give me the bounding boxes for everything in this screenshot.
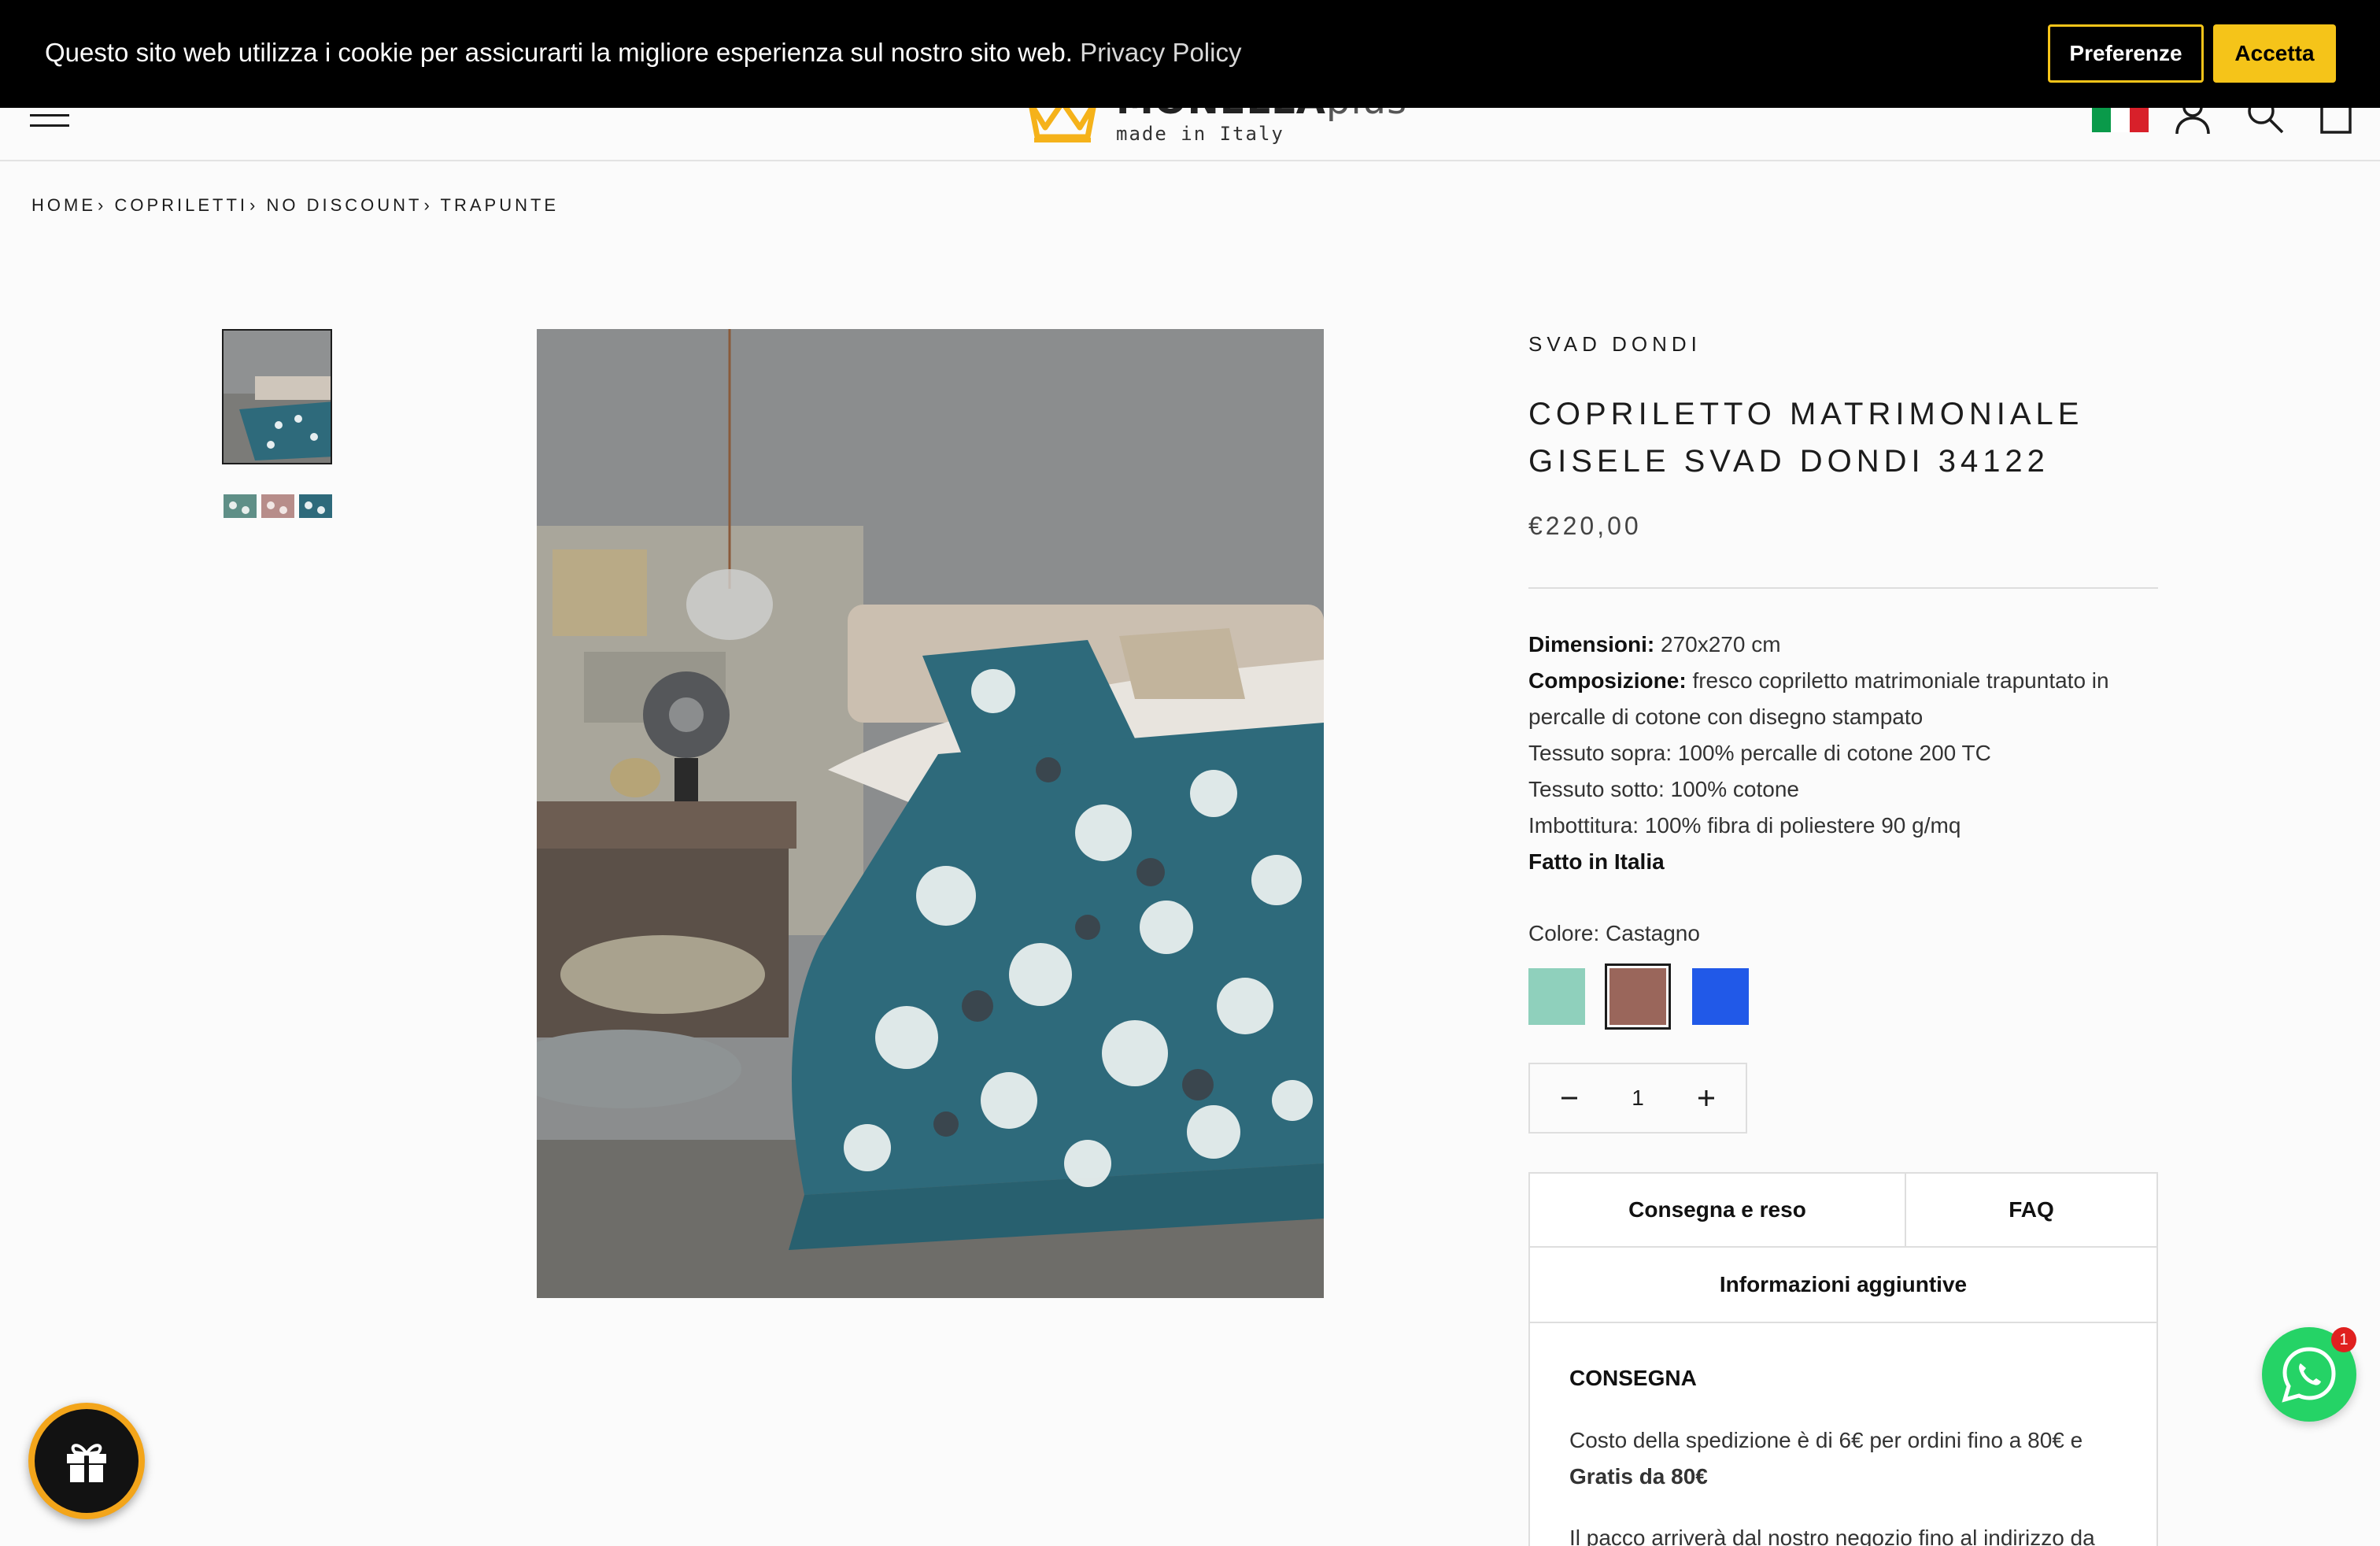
description-line: Composizione: fresco copriletto matrimon… [1528,668,2109,729]
product-price: €220,00 [1528,512,1642,540]
italy-flag-icon[interactable] [2092,107,2149,132]
breadcrumb-separator: › [98,195,104,215]
plus-icon[interactable] [1695,1087,1717,1109]
description-line: Tessuto sopra: 100% percalle di cotone 2… [1528,741,1991,765]
description-line: Dimensioni: 270x270 cm [1528,632,1781,656]
product-tabs: Consegna e reso FAQ Informazioni aggiunt… [1528,1172,2158,1323]
description-line: Fatto in Italia [1528,849,1665,874]
product-brand[interactable]: SVAD DONDI [1528,332,1702,357]
tab-informazioni-aggiuntive[interactable]: Informazioni aggiuntive [1530,1248,2156,1322]
thumbnail-bed-image [224,331,331,463]
whatsapp-icon [2282,1347,2336,1403]
notification-badge: 1 [2331,1327,2356,1352]
breadcrumb-no-discount[interactable]: NO DISCOUNT [266,195,422,215]
preferences-button[interactable]: Preferenze [2048,24,2204,83]
breadcrumb-separator: › [423,195,430,215]
bed-photo-image [537,329,1324,1298]
thumbnail-variant-teal[interactable] [299,494,332,518]
description-line: Tessuto sotto: 100% cotone [1528,777,1799,801]
thumbnail-variant-pink[interactable] [261,494,294,518]
quantity-value[interactable]: 1 [1632,1086,1644,1111]
cookie-message-text: Questo sito web utilizza i cookie per as… [45,38,1073,67]
thumbnail-variant-green[interactable] [224,494,257,518]
rewards-button[interactable] [28,1403,145,1519]
breadcrumb-home[interactable]: HOME [31,195,96,215]
free-shipping-text: Gratis da 80€ [1569,1464,1708,1489]
shipping-info: Costo della spedizione è di 6€ per ordin… [1569,1428,2083,1489]
panel-title: CONSEGNA [1569,1366,1697,1390]
privacy-policy-link[interactable]: Privacy Policy [1080,38,1241,67]
product-description: Dimensioni: 270x270 cm Composizione: fre… [1528,627,2158,880]
tab-consegna-e-reso[interactable]: Consegna e reso [1530,1174,1906,1246]
cookie-banner: Questo sito web utilizza i cookie per as… [0,0,2380,108]
color-swatch-castagno[interactable] [1605,963,1671,1030]
breadcrumb-separator: › [249,195,256,215]
accept-button[interactable]: Accetta [2213,24,2336,83]
minus-icon[interactable] [1558,1087,1580,1109]
thumbnail-variants[interactable] [224,494,332,518]
breadcrumb: HOME› COPRILETTI› NO DISCOUNT› TRAPUNTE [31,195,559,216]
divider [1528,587,2158,589]
color-swatch-blue[interactable] [1692,968,1749,1025]
cookie-message: Questo sito web utilizza i cookie per as… [45,38,1241,68]
tab-faq[interactable]: FAQ [1906,1174,2156,1246]
gift-icon [67,1444,106,1482]
logo-tagline: made in Italy [1116,123,1284,145]
selected-color: Castagno [1606,921,1700,945]
arrival-info: Il pacco arriverà dal nostro negozio fin… [1569,1526,2095,1546]
description-line: Imbottitura: 100% fibra di poliestere 90… [1528,813,1961,838]
breadcrumb-trapunte[interactable]: TRAPUNTE [441,195,560,215]
product-title: COPRILETTO MATRIMONIALE GISELE SVAD DOND… [1528,397,2084,479]
delivery-panel: CONSEGNA Costo della spedizione è di 6€ … [1528,1322,2158,1546]
product-main-image[interactable] [537,329,1324,1298]
color-label: Colore: Castagno [1528,921,1700,945]
thumbnail-selected[interactable] [222,329,332,464]
quantity-stepper: 1 [1528,1063,1747,1134]
breadcrumb-copriletti[interactable]: COPRILETTI [114,195,248,215]
color-swatch-green[interactable] [1528,968,1585,1025]
